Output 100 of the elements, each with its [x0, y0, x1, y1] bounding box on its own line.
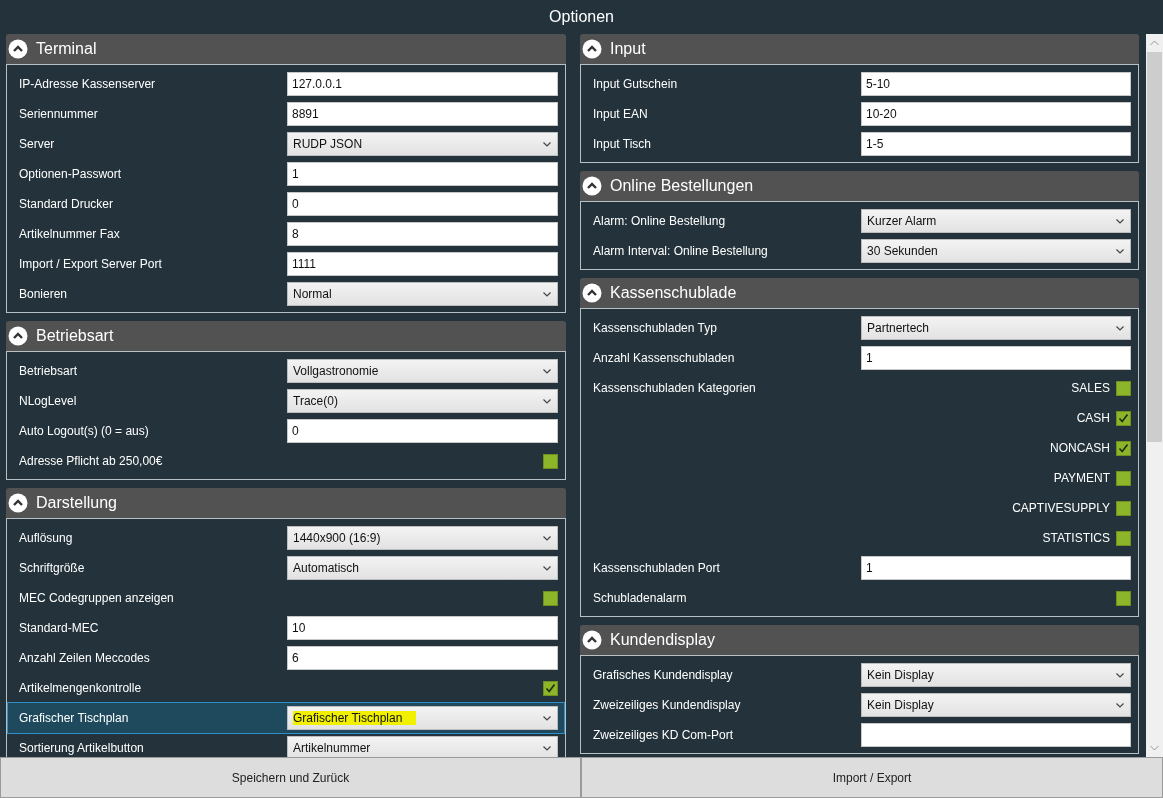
checkbox[interactable]	[1116, 470, 1131, 486]
dropdown[interactable]: Vollgastronomie	[287, 359, 558, 383]
setting-row[interactable]: Standard-MEC 10	[8, 613, 564, 643]
checkbox[interactable]	[1116, 590, 1131, 606]
setting-row[interactable]: Auto Logout(s) (0 = aus) 0	[8, 416, 564, 446]
input-field[interactable]: 1	[287, 162, 558, 186]
section-header[interactable]: Kassenschublade	[580, 278, 1139, 308]
setting-label: Input Tisch	[593, 137, 653, 151]
setting-row[interactable]: Kassenschubladen Port 1	[582, 553, 1137, 583]
checkbox[interactable]	[543, 590, 558, 606]
section-header[interactable]: Betriebsart	[6, 321, 566, 351]
setting-row[interactable]: Input Tisch 1-5	[582, 129, 1137, 159]
field-value: 10-20	[866, 107, 897, 121]
setting-row[interactable]: Optionen-Passwort 1	[8, 159, 564, 189]
setting-row[interactable]: Artikelnummer Fax 8	[8, 219, 564, 249]
chevron-up-icon[interactable]	[8, 493, 28, 513]
setting-row[interactable]: Artikelmengenkontrolle	[8, 673, 564, 703]
field-value: 1111	[292, 257, 317, 271]
input-field[interactable]: 0	[287, 419, 558, 443]
dropdown[interactable]: Artikelnummer	[287, 736, 558, 757]
setting-row[interactable]: Seriennummer 8891	[8, 99, 564, 129]
setting-row[interactable]: Alarm Interval: Online Bestellung 30 Sekunden	[582, 236, 1137, 266]
checkbox[interactable]	[1116, 530, 1131, 546]
section-header[interactable]: Terminal	[6, 34, 566, 64]
setting-row[interactable]: IP-Adresse Kassenserver 127.0.0.1	[8, 69, 564, 99]
setting-row[interactable]: Standard Drucker 0	[8, 189, 564, 219]
chevron-up-icon[interactable]	[8, 326, 28, 346]
setting-row[interactable]: Input EAN 10-20	[582, 99, 1137, 129]
setting-label: Alarm: Online Bestellung	[593, 214, 727, 228]
chevron-up-icon[interactable]	[582, 176, 602, 196]
setting-row[interactable]: Schriftgröße Automatisch	[8, 553, 564, 583]
section-header[interactable]: Darstellung	[6, 488, 566, 518]
setting-row[interactable]: Sortierung Artikelbutton Artikelnummer	[8, 733, 564, 757]
checkbox[interactable]	[543, 680, 558, 696]
dropdown[interactable]: RUDP JSON	[287, 132, 558, 156]
setting-row[interactable]: Grafisches Kundendisplay Kein Display	[582, 660, 1137, 690]
checkbox[interactable]	[1116, 380, 1131, 396]
caret-icon	[1116, 702, 1124, 708]
checkbox[interactable]	[1116, 410, 1131, 426]
input-field[interactable]: 5-10	[861, 72, 1131, 96]
chevron-up-icon[interactable]	[582, 630, 602, 650]
setting-row[interactable]: Auflösung 1440x900 (16:9)	[8, 523, 564, 553]
setting-row[interactable]: Alarm: Online Bestellung Kurzer Alarm	[582, 206, 1137, 236]
input-field[interactable]	[861, 723, 1131, 747]
checkbox[interactable]	[1116, 440, 1131, 456]
setting-row[interactable]: Betriebsart Vollgastronomie	[8, 356, 564, 386]
dropdown[interactable]: Partnertech	[861, 316, 1131, 340]
section-header[interactable]: Online Bestellungen	[580, 171, 1139, 201]
field-value: 6	[292, 651, 299, 665]
setting-row[interactable]: Import / Export Server Port 1111	[8, 249, 564, 279]
input-field[interactable]: 127.0.0.1	[287, 72, 558, 96]
input-field[interactable]: 0	[287, 192, 558, 216]
setting-row[interactable]: Bonieren Normal	[8, 279, 564, 309]
dropdown[interactable]: Grafischer Tischplan	[287, 706, 558, 730]
selected-row[interactable]: Grafischer Tischplan Grafischer Tischplan	[8, 703, 564, 733]
setting-row[interactable]: Input Gutschein 5-10	[582, 69, 1137, 99]
dropdown-value: Normal	[293, 287, 332, 301]
setting-row[interactable]: MEC Codegruppen anzeigen	[8, 583, 564, 613]
setting-row[interactable]: Anzahl Kassenschubladen 1	[582, 343, 1137, 373]
input-field[interactable]: 8	[287, 222, 558, 246]
section-header[interactable]: Kundendisplay	[580, 625, 1139, 655]
input-field[interactable]: 1111	[287, 252, 558, 276]
input-field[interactable]: 8891	[287, 102, 558, 126]
setting-row[interactable]: NLogLevel Trace(0)	[8, 386, 564, 416]
dropdown[interactable]: Kein Display	[861, 663, 1131, 687]
import-export-button[interactable]: Import / Export	[581, 757, 1163, 798]
setting-row[interactable]: Zweizeiliges Kundendisplay Kein Display	[582, 690, 1137, 720]
dropdown-value: Kein Display	[867, 668, 934, 682]
chevron-up-icon[interactable]	[8, 39, 28, 59]
section-header[interactable]: Input	[580, 34, 1139, 64]
chevron-up-icon[interactable]	[582, 283, 602, 303]
dropdown[interactable]: 30 Sekunden	[861, 239, 1131, 263]
input-field[interactable]: 1-5	[861, 132, 1131, 156]
dropdown[interactable]: Kein Display	[861, 693, 1131, 717]
input-field[interactable]: 10-20	[861, 102, 1131, 126]
dropdown[interactable]: 1440x900 (16:9)	[287, 526, 558, 550]
setting-row[interactable]: Kassenschubladen Kategorien SALES CASH NONCASH PAYMENT CAPTIVESUPPLY STATISTICS	[582, 373, 1137, 553]
setting-label: Kassenschubladen Kategorien	[593, 380, 757, 395]
save-button[interactable]: Speichern und Zurück	[0, 757, 581, 798]
setting-label: Auflösung	[19, 531, 74, 545]
dropdown[interactable]: Kurzer Alarm	[861, 209, 1131, 233]
setting-row[interactable]: Server RUDP JSON	[8, 129, 564, 159]
setting-row[interactable]: Schubladenalarm	[582, 583, 1137, 613]
setting-row[interactable]: Kassenschubladen Typ Partnertech	[582, 313, 1137, 343]
input-field[interactable]: 10	[287, 616, 558, 640]
checkbox[interactable]	[1116, 500, 1131, 516]
setting-row[interactable]: Anzahl Zeilen Meccodes 6	[8, 643, 564, 673]
chevron-up-icon[interactable]	[582, 39, 602, 59]
dropdown[interactable]: Trace(0)	[287, 389, 558, 413]
setting-label: Anzahl Zeilen Meccodes	[19, 651, 151, 665]
dropdown[interactable]: Automatisch	[287, 556, 558, 580]
dropdown[interactable]: Normal	[287, 282, 558, 306]
setting-row[interactable]: Zweizeiliges KD Com-Port	[582, 720, 1137, 750]
setting-row[interactable]: Adresse Pflicht ab 250,00€	[8, 446, 564, 476]
input-field[interactable]: 1	[861, 556, 1131, 580]
input-field[interactable]: 6	[287, 646, 558, 670]
input-field[interactable]: 1	[861, 346, 1131, 370]
dropdown-value: RUDP JSON	[293, 137, 363, 151]
section-title: Terminal	[36, 40, 97, 58]
checkbox[interactable]	[543, 453, 558, 469]
